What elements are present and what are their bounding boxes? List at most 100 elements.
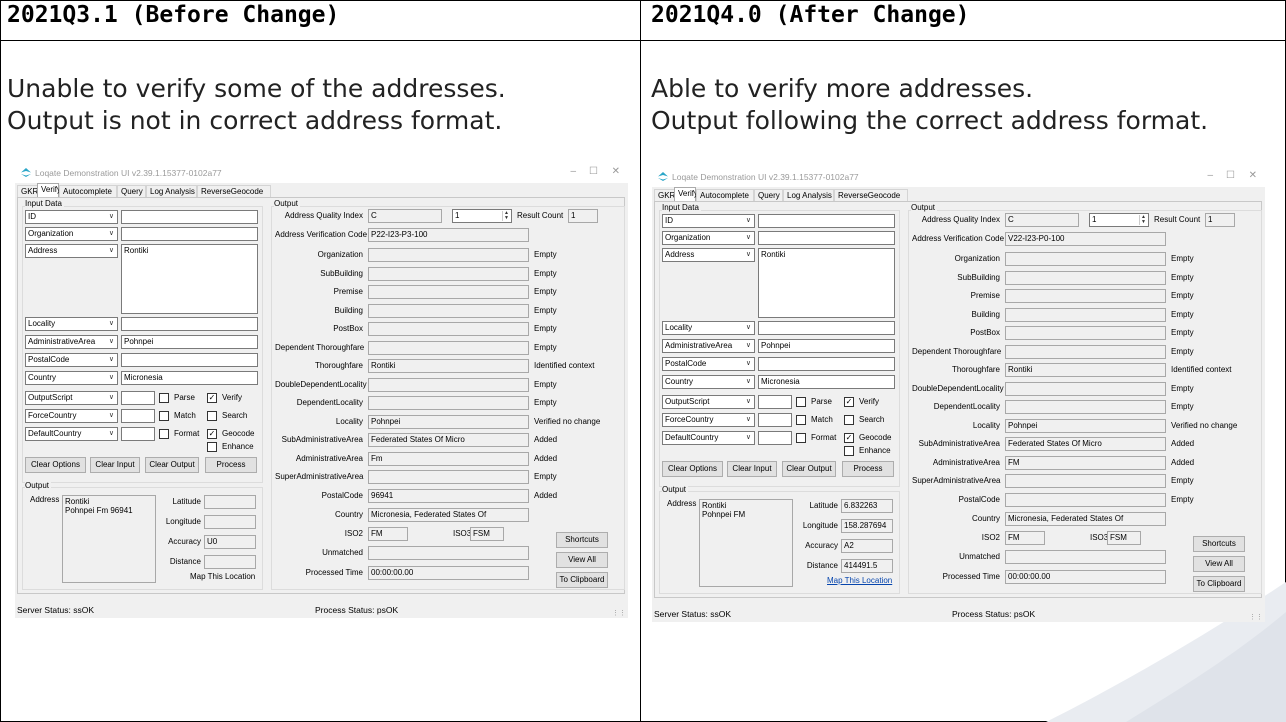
distance-field[interactable] xyxy=(204,555,256,569)
tab-verify[interactable]: Verify xyxy=(674,187,698,201)
map-this-location-link[interactable]: Map This Location xyxy=(827,576,892,586)
output-field-value[interactable]: Federated States Of Micro xyxy=(1005,437,1166,451)
option-output-script-field[interactable] xyxy=(758,395,792,409)
output-field-value[interactable]: Fm xyxy=(368,451,529,466)
output-field-value[interactable]: Rontiki xyxy=(1005,363,1166,377)
unmatched-field[interactable] xyxy=(368,546,529,560)
output-field-value[interactable] xyxy=(1005,270,1166,285)
shortcuts-button[interactable]: Shortcuts xyxy=(1193,536,1245,552)
input-field-selector-locality[interactable]: Locality ∨ xyxy=(25,317,118,331)
input-address-field[interactable]: Rontiki xyxy=(758,248,895,318)
output-field-value[interactable] xyxy=(1005,381,1166,396)
spinner-arrows-icon[interactable]: ▲ ▼ xyxy=(1139,215,1147,225)
longitude-field[interactable] xyxy=(204,515,256,529)
input-field-selector-administrative-area[interactable]: AdministrativeArea ∨ xyxy=(662,339,755,353)
option-default-country-field[interactable] xyxy=(121,427,155,441)
aqi-field[interactable]: C xyxy=(368,209,442,223)
view-all-button[interactable]: View All xyxy=(1193,556,1245,572)
to-clipboard-button[interactable]: To Clipboard xyxy=(1193,576,1245,592)
input-field-selector-country[interactable]: Country ∨ xyxy=(25,371,118,385)
input-id-field[interactable] xyxy=(758,214,895,228)
view-all-button[interactable]: View All xyxy=(556,552,608,568)
avc-field[interactable]: P22-I23-P3-100 xyxy=(368,228,529,242)
latitude-field[interactable]: 6.832263 xyxy=(841,499,893,513)
resize-grip-icon[interactable]: ⋮⋮ xyxy=(1249,613,1263,621)
output-field-value[interactable] xyxy=(1005,307,1166,322)
output-address-field[interactable]: Rontiki Pohnpei Fm 96941 xyxy=(62,495,156,583)
input-field-selector-address[interactable]: Address ∨ xyxy=(662,248,755,262)
input-postal-code-field[interactable] xyxy=(121,353,258,367)
input-field-selector-address[interactable]: Address ∨ xyxy=(25,244,118,258)
tab-query[interactable]: Query xyxy=(117,185,146,197)
tab-gkr[interactable]: GKR xyxy=(654,189,675,201)
output-field-value[interactable] xyxy=(368,377,529,392)
avc-field[interactable]: V22-I23-P0-100 xyxy=(1005,232,1166,246)
output-field-value[interactable] xyxy=(1005,326,1166,340)
country-field[interactable]: Micronesia, Federated States Of xyxy=(1005,512,1166,526)
tab-query[interactable]: Query xyxy=(754,189,783,201)
option-selector-force-country[interactable]: ForceCountry ∨ xyxy=(25,409,118,423)
input-field-selector-organization[interactable]: Organization ∨ xyxy=(662,231,755,245)
accuracy-field[interactable]: A2 xyxy=(841,539,893,553)
map-this-location-link[interactable]: Map This Location xyxy=(190,572,255,582)
clear-input-button[interactable]: Clear Input xyxy=(90,457,140,473)
input-address-field[interactable]: Rontiki xyxy=(121,244,258,314)
spinner-arrows-icon[interactable]: ▲ ▼ xyxy=(502,211,510,221)
option-force-country-field[interactable] xyxy=(121,409,155,423)
maximize-icon[interactable]: ☐ xyxy=(1226,170,1235,181)
clear-output-button[interactable]: Clear Output xyxy=(782,461,836,477)
input-organization-field[interactable] xyxy=(121,227,258,241)
output-field-value[interactable] xyxy=(368,322,529,336)
minimize-icon[interactable]: – xyxy=(570,166,576,177)
tab-reverse-geocode[interactable]: ReverseGeocode xyxy=(197,185,271,197)
option-force-country-field[interactable] xyxy=(758,413,792,427)
clear-options-button[interactable]: Clear Options xyxy=(25,457,86,473)
result-index-spinner[interactable]: 1 ▲ ▼ xyxy=(452,209,512,223)
input-field-selector-postal-code[interactable]: PostalCode ∨ xyxy=(25,353,118,367)
output-field-value[interactable] xyxy=(368,285,529,299)
input-field-selector-postal-code[interactable]: PostalCode ∨ xyxy=(662,357,755,371)
output-field-value[interactable]: Federated States Of Micro xyxy=(368,433,529,447)
tab-verify[interactable]: Verify xyxy=(37,183,61,197)
input-country-field[interactable]: Micronesia xyxy=(758,375,895,389)
iso2-field[interactable]: FM xyxy=(368,527,408,541)
tab-log-analysis[interactable]: Log Analysis xyxy=(783,189,834,201)
close-icon[interactable]: ✕ xyxy=(612,166,620,177)
output-address-field[interactable]: Rontiki Pohnpei FM xyxy=(699,499,793,587)
input-administrative-area-field[interactable]: Pohnpei xyxy=(121,335,258,349)
input-administrative-area-field[interactable]: Pohnpei xyxy=(758,339,895,353)
option-selector-default-country[interactable]: DefaultCountry ∨ xyxy=(662,431,755,445)
input-field-selector-organization[interactable]: Organization ∨ xyxy=(25,227,118,241)
iso2-field[interactable]: FM xyxy=(1005,531,1045,545)
tab-autocomplete[interactable]: Autocomplete xyxy=(59,185,117,197)
tab-log-analysis[interactable]: Log Analysis xyxy=(146,185,197,197)
input-field-selector-locality[interactable]: Locality ∨ xyxy=(662,321,755,335)
accuracy-field[interactable]: U0 xyxy=(204,535,256,549)
output-field-value[interactable] xyxy=(1005,474,1166,488)
iso3-field[interactable]: FSM xyxy=(1107,531,1141,545)
close-icon[interactable]: ✕ xyxy=(1249,170,1257,181)
processed-time-field[interactable]: 00:00:00.00 xyxy=(1005,570,1166,584)
option-selector-output-script[interactable]: OutputScript ∨ xyxy=(25,391,118,405)
iso3-field[interactable]: FSM xyxy=(470,527,504,541)
output-field-value[interactable] xyxy=(1005,492,1166,507)
clear-input-button[interactable]: Clear Input xyxy=(727,461,777,477)
input-organization-field[interactable] xyxy=(758,231,895,245)
process-button[interactable]: Process xyxy=(842,461,894,477)
output-field-value[interactable] xyxy=(368,248,529,262)
output-field-value[interactable] xyxy=(1005,344,1166,359)
result-count-field[interactable]: 1 xyxy=(1205,213,1235,227)
processed-time-field[interactable]: 00:00:00.00 xyxy=(368,566,529,580)
output-field-value[interactable]: Pohnpei xyxy=(1005,418,1166,433)
output-field-value[interactable] xyxy=(1005,400,1166,414)
output-field-value[interactable] xyxy=(1005,252,1166,266)
option-default-country-field[interactable] xyxy=(758,431,792,445)
input-locality-field[interactable] xyxy=(758,321,895,335)
option-output-script-field[interactable] xyxy=(121,391,155,405)
input-field-selector-id[interactable]: ID ∨ xyxy=(25,210,118,224)
option-selector-default-country[interactable]: DefaultCountry ∨ xyxy=(25,427,118,441)
longitude-field[interactable]: 158.287694 xyxy=(841,519,893,533)
output-field-value[interactable] xyxy=(368,303,529,318)
country-field[interactable]: Micronesia, Federated States Of xyxy=(368,508,529,522)
to-clipboard-button[interactable]: To Clipboard xyxy=(556,572,608,588)
